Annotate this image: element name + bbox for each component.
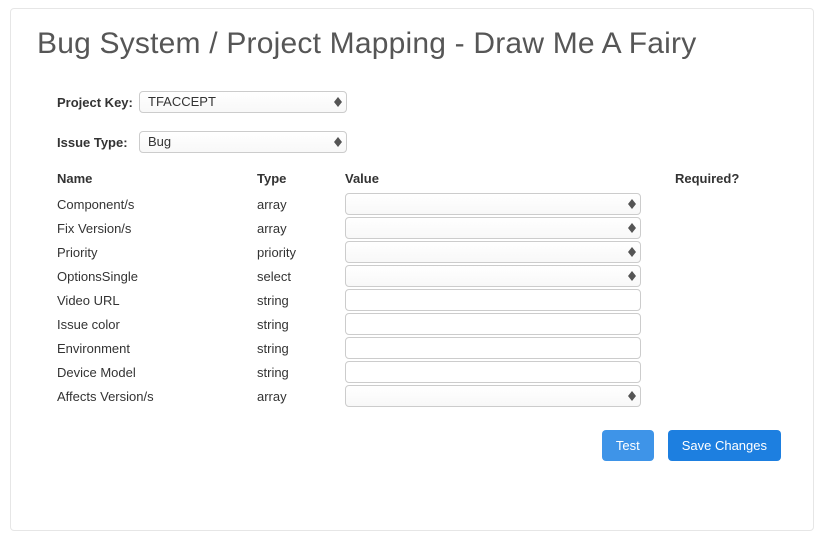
table-row: Device Modelstring — [57, 360, 787, 384]
fields-table: Name Type Value Required? Component/sarr… — [57, 171, 787, 408]
field-value-cell — [345, 193, 675, 215]
actions: Test Save Changes — [57, 430, 781, 461]
issue-type-row: Issue Type: Bug — [57, 131, 787, 153]
field-name: Video URL — [57, 293, 257, 308]
field-value-cell — [345, 385, 675, 407]
field-name: Affects Version/s — [57, 389, 257, 404]
field-name: Priority — [57, 245, 257, 260]
table-row: Affects Version/sarray — [57, 384, 787, 408]
field-value-input[interactable] — [345, 289, 641, 311]
field-name: Issue color — [57, 317, 257, 332]
table-row: Component/sarray — [57, 192, 787, 216]
field-type: array — [257, 389, 345, 404]
project-key-row: Project Key: TFACCEPT — [57, 91, 787, 113]
table-row: Fix Version/sarray — [57, 216, 787, 240]
field-value-cell — [345, 361, 675, 383]
page-title: Bug System / Project Mapping - Draw Me A… — [37, 27, 787, 61]
card: Bug System / Project Mapping - Draw Me A… — [10, 8, 814, 531]
table-row: Prioritypriority — [57, 240, 787, 264]
save-changes-button[interactable]: Save Changes — [668, 430, 781, 461]
field-name: Environment — [57, 341, 257, 356]
field-value-input[interactable] — [345, 361, 641, 383]
field-type: string — [257, 365, 345, 380]
field-type: string — [257, 341, 345, 356]
col-required-header: Required? — [675, 171, 775, 186]
field-value-select[interactable] — [345, 217, 641, 239]
col-name-header: Name — [57, 171, 257, 186]
issue-type-select[interactable]: Bug — [139, 131, 347, 153]
table-row: OptionsSingleselect — [57, 264, 787, 288]
field-value-select[interactable] — [345, 385, 641, 407]
field-name: OptionsSingle — [57, 269, 257, 284]
field-value-input[interactable] — [345, 337, 641, 359]
test-button[interactable]: Test — [602, 430, 654, 461]
table-header: Name Type Value Required? — [57, 171, 787, 186]
field-name: Component/s — [57, 197, 257, 212]
field-type: string — [257, 317, 345, 332]
field-value-select[interactable] — [345, 265, 641, 287]
field-value-cell — [345, 265, 675, 287]
field-type: array — [257, 197, 345, 212]
field-type: string — [257, 293, 345, 308]
field-value-input[interactable] — [345, 313, 641, 335]
issue-type-label: Issue Type: — [57, 135, 139, 150]
project-key-select[interactable]: TFACCEPT — [139, 91, 347, 113]
field-type: select — [257, 269, 345, 284]
field-type: priority — [257, 245, 345, 260]
field-value-select[interactable] — [345, 193, 641, 215]
project-key-label: Project Key: — [57, 95, 139, 110]
table-row: Video URLstring — [57, 288, 787, 312]
field-value-cell — [345, 289, 675, 311]
form-area: Project Key: TFACCEPT Issue Type: Bug — [57, 91, 787, 461]
field-value-cell — [345, 217, 675, 239]
field-value-cell — [345, 241, 675, 263]
table-row: Environmentstring — [57, 336, 787, 360]
col-value-header: Value — [345, 171, 675, 186]
col-type-header: Type — [257, 171, 345, 186]
field-name: Fix Version/s — [57, 221, 257, 236]
field-value-select[interactable] — [345, 241, 641, 263]
field-value-cell — [345, 313, 675, 335]
field-value-cell — [345, 337, 675, 359]
field-name: Device Model — [57, 365, 257, 380]
field-type: array — [257, 221, 345, 236]
table-row: Issue colorstring — [57, 312, 787, 336]
